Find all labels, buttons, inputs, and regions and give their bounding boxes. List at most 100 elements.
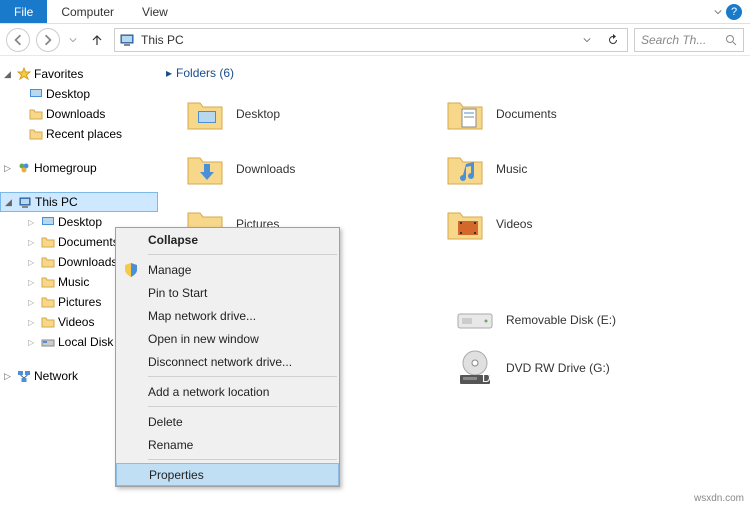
desktop-icon <box>40 214 56 230</box>
tree-label: Videos <box>58 315 94 329</box>
ctx-manage[interactable]: Manage <box>116 258 339 281</box>
favorites-node[interactable]: ◢ Favorites <box>0 64 158 84</box>
ctx-add[interactable]: Add a network location <box>116 380 339 403</box>
tree-label: Homegroup <box>34 161 97 175</box>
separator <box>148 406 337 407</box>
address-bar[interactable]: This PC <box>114 28 628 52</box>
folder-label: Desktop <box>236 107 280 121</box>
expand-icon[interactable]: ▷ <box>28 338 38 347</box>
up-button[interactable] <box>86 29 108 51</box>
help-icon[interactable]: ? <box>726 4 742 20</box>
drive-icon <box>454 299 496 341</box>
search-icon <box>725 34 737 46</box>
desktop-icon <box>28 86 44 102</box>
watermark: wsxdn.com <box>694 493 744 504</box>
drive-removable[interactable]: Removable Disk (E:) <box>436 296 716 344</box>
folder-documents[interactable]: Documents <box>426 86 686 141</box>
ctx-open[interactable]: Open in new window <box>116 327 339 350</box>
ctx-properties[interactable]: Properties <box>116 463 339 486</box>
folder-icon <box>444 203 486 245</box>
search-input[interactable]: Search Th... <box>634 28 744 52</box>
ctx-disconnect[interactable]: Disconnect network drive... <box>116 350 339 373</box>
tree-label: Desktop <box>58 215 102 229</box>
drive-icon <box>40 334 56 350</box>
collapse-icon[interactable]: ◢ <box>5 197 15 208</box>
ctx-map[interactable]: Map network drive... <box>116 304 339 327</box>
ctx-rename[interactable]: Rename <box>116 433 339 456</box>
thispc-node[interactable]: ◢ This PC <box>0 192 158 212</box>
tree-label: Downloads <box>58 255 117 269</box>
folder-icon <box>444 93 486 135</box>
separator <box>148 254 337 255</box>
svg-text:DVD: DVD <box>482 371 496 385</box>
expand-icon[interactable]: ▷ <box>28 258 38 267</box>
expand-icon[interactable]: ▷ <box>28 278 38 287</box>
folder-videos[interactable]: Videos <box>426 196 686 251</box>
view-tab[interactable]: View <box>128 1 182 23</box>
folder-icon <box>184 148 226 190</box>
tree-label: Pictures <box>58 295 101 309</box>
folder-icon <box>28 106 44 122</box>
computer-icon <box>119 32 135 48</box>
chevron-down-icon[interactable] <box>714 8 722 16</box>
forward-button[interactable] <box>36 28 60 52</box>
tree-label: Documents <box>58 235 119 249</box>
homegroup-node[interactable]: ▷ Homegroup <box>0 158 158 178</box>
expand-icon[interactable]: ▷ <box>28 218 38 227</box>
folder-label: Downloads <box>236 162 295 176</box>
separator <box>148 459 337 460</box>
search-placeholder: Search Th... <box>641 33 706 47</box>
expand-icon[interactable]: ▷ <box>28 318 38 327</box>
tree-desktop[interactable]: Desktop <box>0 84 158 104</box>
folder-desktop[interactable]: Desktop <box>166 86 426 141</box>
arrow-left-icon <box>12 34 24 46</box>
folder-icon <box>40 234 56 250</box>
folder-icon <box>40 294 56 310</box>
ctx-collapse[interactable]: Collapse <box>116 228 339 251</box>
folders-header[interactable]: ▸ Folders (6) <box>166 66 742 80</box>
tree-label: This PC <box>35 195 78 209</box>
expand-icon[interactable]: ▷ <box>28 298 38 307</box>
folder-icon <box>40 274 56 290</box>
shield-icon <box>122 261 140 279</box>
separator <box>148 376 337 377</box>
expand-icon[interactable]: ▷ <box>4 163 14 174</box>
expand-icon[interactable]: ▷ <box>28 238 38 247</box>
folder-label: Videos <box>496 217 532 231</box>
folder-icon <box>40 314 56 330</box>
section-title: Folders (6) <box>176 66 234 80</box>
nav-bar: This PC Search Th... <box>0 24 750 56</box>
folder-icon <box>28 126 44 142</box>
expand-icon[interactable]: ▷ <box>4 371 14 382</box>
context-menu: Collapse Manage Pin to Start Map network… <box>115 227 340 487</box>
folder-label: Music <box>496 162 527 176</box>
computer-tab[interactable]: Computer <box>47 1 128 23</box>
tree-label: Downloads <box>46 107 105 121</box>
address-dropdown[interactable] <box>577 36 597 44</box>
history-dropdown[interactable] <box>66 36 80 44</box>
tree-downloads[interactable]: Downloads <box>0 104 158 124</box>
file-tab[interactable]: File <box>0 0 47 23</box>
folder-music[interactable]: Music <box>426 141 686 196</box>
tree-label: Favorites <box>34 67 83 81</box>
ctx-delete[interactable]: Delete <box>116 410 339 433</box>
star-icon <box>16 66 32 82</box>
chevron-down-icon <box>583 36 591 44</box>
tree-recent[interactable]: Recent places <box>0 124 158 144</box>
ribbon-controls: ? <box>714 4 742 20</box>
arrow-right-icon <box>42 34 54 46</box>
chevron-down-icon <box>69 36 77 44</box>
folder-icon <box>444 148 486 190</box>
ctx-pin[interactable]: Pin to Start <box>116 281 339 304</box>
homegroup-icon <box>16 160 32 176</box>
folder-icon <box>40 254 56 270</box>
back-button[interactable] <box>6 28 30 52</box>
refresh-button[interactable] <box>603 34 623 46</box>
refresh-icon <box>607 34 619 46</box>
address-text: This PC <box>141 33 571 47</box>
drive-dvd[interactable]: DVD DVD RW Drive (G:) <box>436 344 716 392</box>
collapse-icon[interactable]: ◢ <box>4 69 14 80</box>
folder-icon <box>184 93 226 135</box>
folder-downloads[interactable]: Downloads <box>166 141 426 196</box>
ctx-label: Manage <box>148 263 191 277</box>
